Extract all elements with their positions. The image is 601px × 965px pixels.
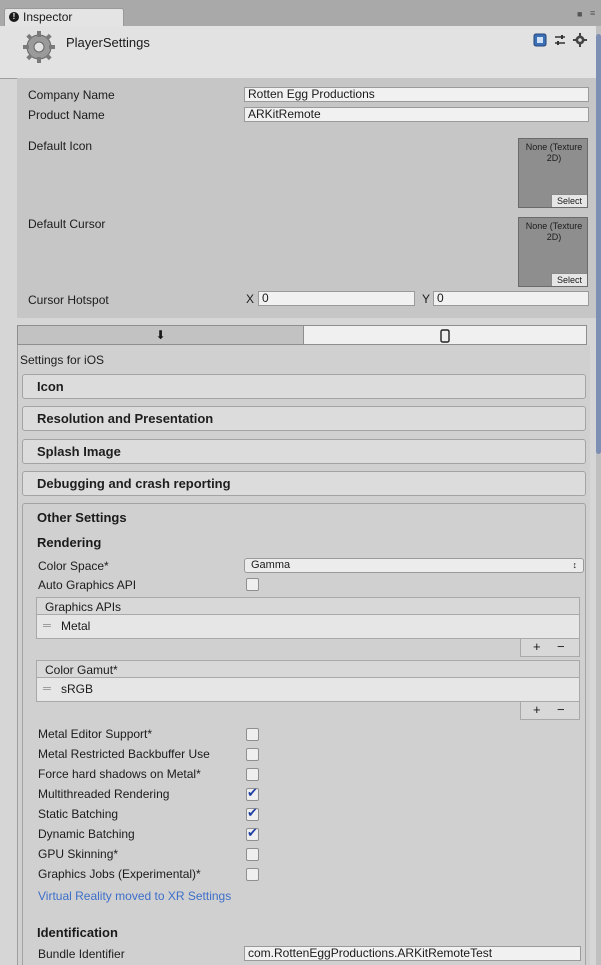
- auto-graphics-checkbox[interactable]: [246, 578, 259, 591]
- default-cursor-slot[interactable]: None (Texture 2D) Select: [518, 217, 588, 287]
- default-cursor-label: Default Cursor: [28, 217, 106, 231]
- color-space-value: Gamma: [251, 559, 291, 571]
- lock-icon[interactable]: ■: [577, 9, 582, 19]
- tab-standalone[interactable]: ⬇: [18, 326, 304, 344]
- info-circle-icon: !: [9, 12, 19, 22]
- remove-icon[interactable]: −: [557, 639, 565, 654]
- color-space-dropdown[interactable]: Gamma ↕: [244, 558, 584, 573]
- remove-icon[interactable]: −: [557, 702, 565, 717]
- section-title: Icon: [37, 379, 64, 394]
- asset-title: PlayerSettings: [66, 35, 150, 50]
- toggle-label: Force hard shadows on Metal*: [38, 767, 201, 781]
- rendering-heading: Rendering: [37, 535, 102, 550]
- vr-settings-link[interactable]: Virtual Reality moved to XR Settings: [38, 889, 231, 903]
- bundle-identifier-field[interactable]: com.RottenEggProductions.ARKitRemoteTest: [244, 946, 581, 961]
- color-gamut-header: Color Gamut*: [36, 660, 580, 678]
- section-splash-image[interactable]: Splash Image: [22, 439, 586, 464]
- toggle-label: GPU Skinning*: [38, 847, 119, 861]
- tab-ios[interactable]: [304, 326, 586, 344]
- section-title: Resolution and Presentation: [37, 411, 214, 426]
- texture-none-text: None (Texture 2D): [525, 221, 583, 242]
- color-gamut-footer: + −: [520, 702, 580, 720]
- graphics-apis-footer: + −: [520, 639, 580, 657]
- inspector-tab-bar: ! Inspector ■ ≡: [0, 0, 601, 27]
- book-help-icon[interactable]: [533, 33, 547, 47]
- product-name-field[interactable]: ARKitRemote: [244, 107, 589, 122]
- toggle-checkbox[interactable]: [246, 728, 259, 741]
- toggle-label: Graphics Jobs (Experimental)*: [38, 867, 201, 881]
- texture-none-text: None (Texture 2D): [525, 142, 583, 163]
- hotspot-y-field[interactable]: 0: [433, 291, 589, 306]
- color-gamut-item[interactable]: sRGB: [61, 682, 93, 696]
- toggle-checkbox[interactable]: [246, 868, 259, 881]
- inspector-tab[interactable]: ! Inspector: [4, 8, 124, 27]
- toggle-label: Dynamic Batching: [38, 827, 135, 841]
- hotspot-y-label: Y: [422, 292, 431, 306]
- select-button[interactable]: Select: [551, 194, 587, 207]
- drag-handle-icon[interactable]: ═: [43, 683, 51, 695]
- graphics-api-item[interactable]: Metal: [61, 619, 90, 633]
- settings-heading: Settings for iOS: [20, 353, 105, 367]
- graphics-apis-title: Graphics APIs: [45, 600, 122, 614]
- section-title: Splash Image: [37, 444, 121, 459]
- inspector-header: [0, 26, 596, 79]
- toggle-checkbox[interactable]: [246, 848, 259, 861]
- cursor-hotspot-label: Cursor Hotspot: [28, 293, 109, 307]
- inspector-tab-label: Inspector: [23, 10, 73, 24]
- updown-arrow-icon: ↕: [572, 560, 578, 570]
- company-name-field[interactable]: Rotten Egg Productions: [244, 87, 589, 102]
- toggle-checkbox[interactable]: [246, 786, 259, 801]
- menu-icon[interactable]: ≡: [590, 8, 595, 18]
- toggle-label: Metal Editor Support*: [38, 727, 153, 741]
- add-icon[interactable]: +: [533, 702, 541, 717]
- sliders-icon[interactable]: [553, 33, 567, 47]
- toggle-checkbox[interactable]: [246, 826, 259, 841]
- bundle-identifier-label: Bundle Identifier: [38, 947, 125, 961]
- graphics-apis-header: Graphics APIs: [36, 597, 580, 615]
- add-icon[interactable]: +: [533, 639, 541, 654]
- default-icon-label: Default Icon: [28, 139, 93, 153]
- hotspot-x-label: X: [246, 292, 255, 306]
- color-gamut-title: Color Gamut*: [45, 663, 118, 677]
- company-name-label: Company Name: [28, 88, 115, 102]
- toggle-checkbox[interactable]: [246, 806, 259, 821]
- toggle-label: Metal Restricted Backbuffer Use: [38, 747, 210, 761]
- section-debugging[interactable]: Debugging and crash reporting: [22, 471, 586, 496]
- download-arrow-icon: ⬇: [155, 328, 166, 342]
- platform-tab-bar: ⬇: [17, 325, 587, 345]
- color-space-label: Color Space*: [38, 559, 109, 573]
- toggle-label: Multithreaded Rendering: [38, 787, 170, 801]
- toggle-checkbox[interactable]: [246, 768, 259, 781]
- identification-heading: Identification: [37, 925, 118, 940]
- select-button[interactable]: Select: [551, 273, 587, 286]
- auto-graphics-label: Auto Graphics API: [38, 578, 137, 592]
- graphics-apis-list: ═ Metal: [36, 615, 580, 639]
- default-icon-slot[interactable]: None (Texture 2D) Select: [518, 138, 588, 208]
- scrollbar-thumb[interactable]: [596, 34, 601, 454]
- hotspot-x-field[interactable]: 0: [258, 291, 415, 306]
- drag-handle-icon[interactable]: ═: [43, 620, 51, 632]
- phone-icon: [440, 329, 450, 343]
- gear-icon[interactable]: [573, 33, 587, 47]
- toggle-checkbox[interactable]: [246, 748, 259, 761]
- toggle-label: Static Batching: [38, 807, 119, 821]
- settings-asset-icon: [23, 31, 55, 63]
- product-name-label: Product Name: [28, 108, 105, 122]
- section-title: Debugging and crash reporting: [37, 476, 231, 491]
- other-settings-title[interactable]: Other Settings: [37, 510, 127, 525]
- section-icon[interactable]: Icon: [22, 374, 586, 399]
- section-resolution[interactable]: Resolution and Presentation: [22, 406, 586, 431]
- color-gamut-list: ═ sRGB: [36, 678, 580, 702]
